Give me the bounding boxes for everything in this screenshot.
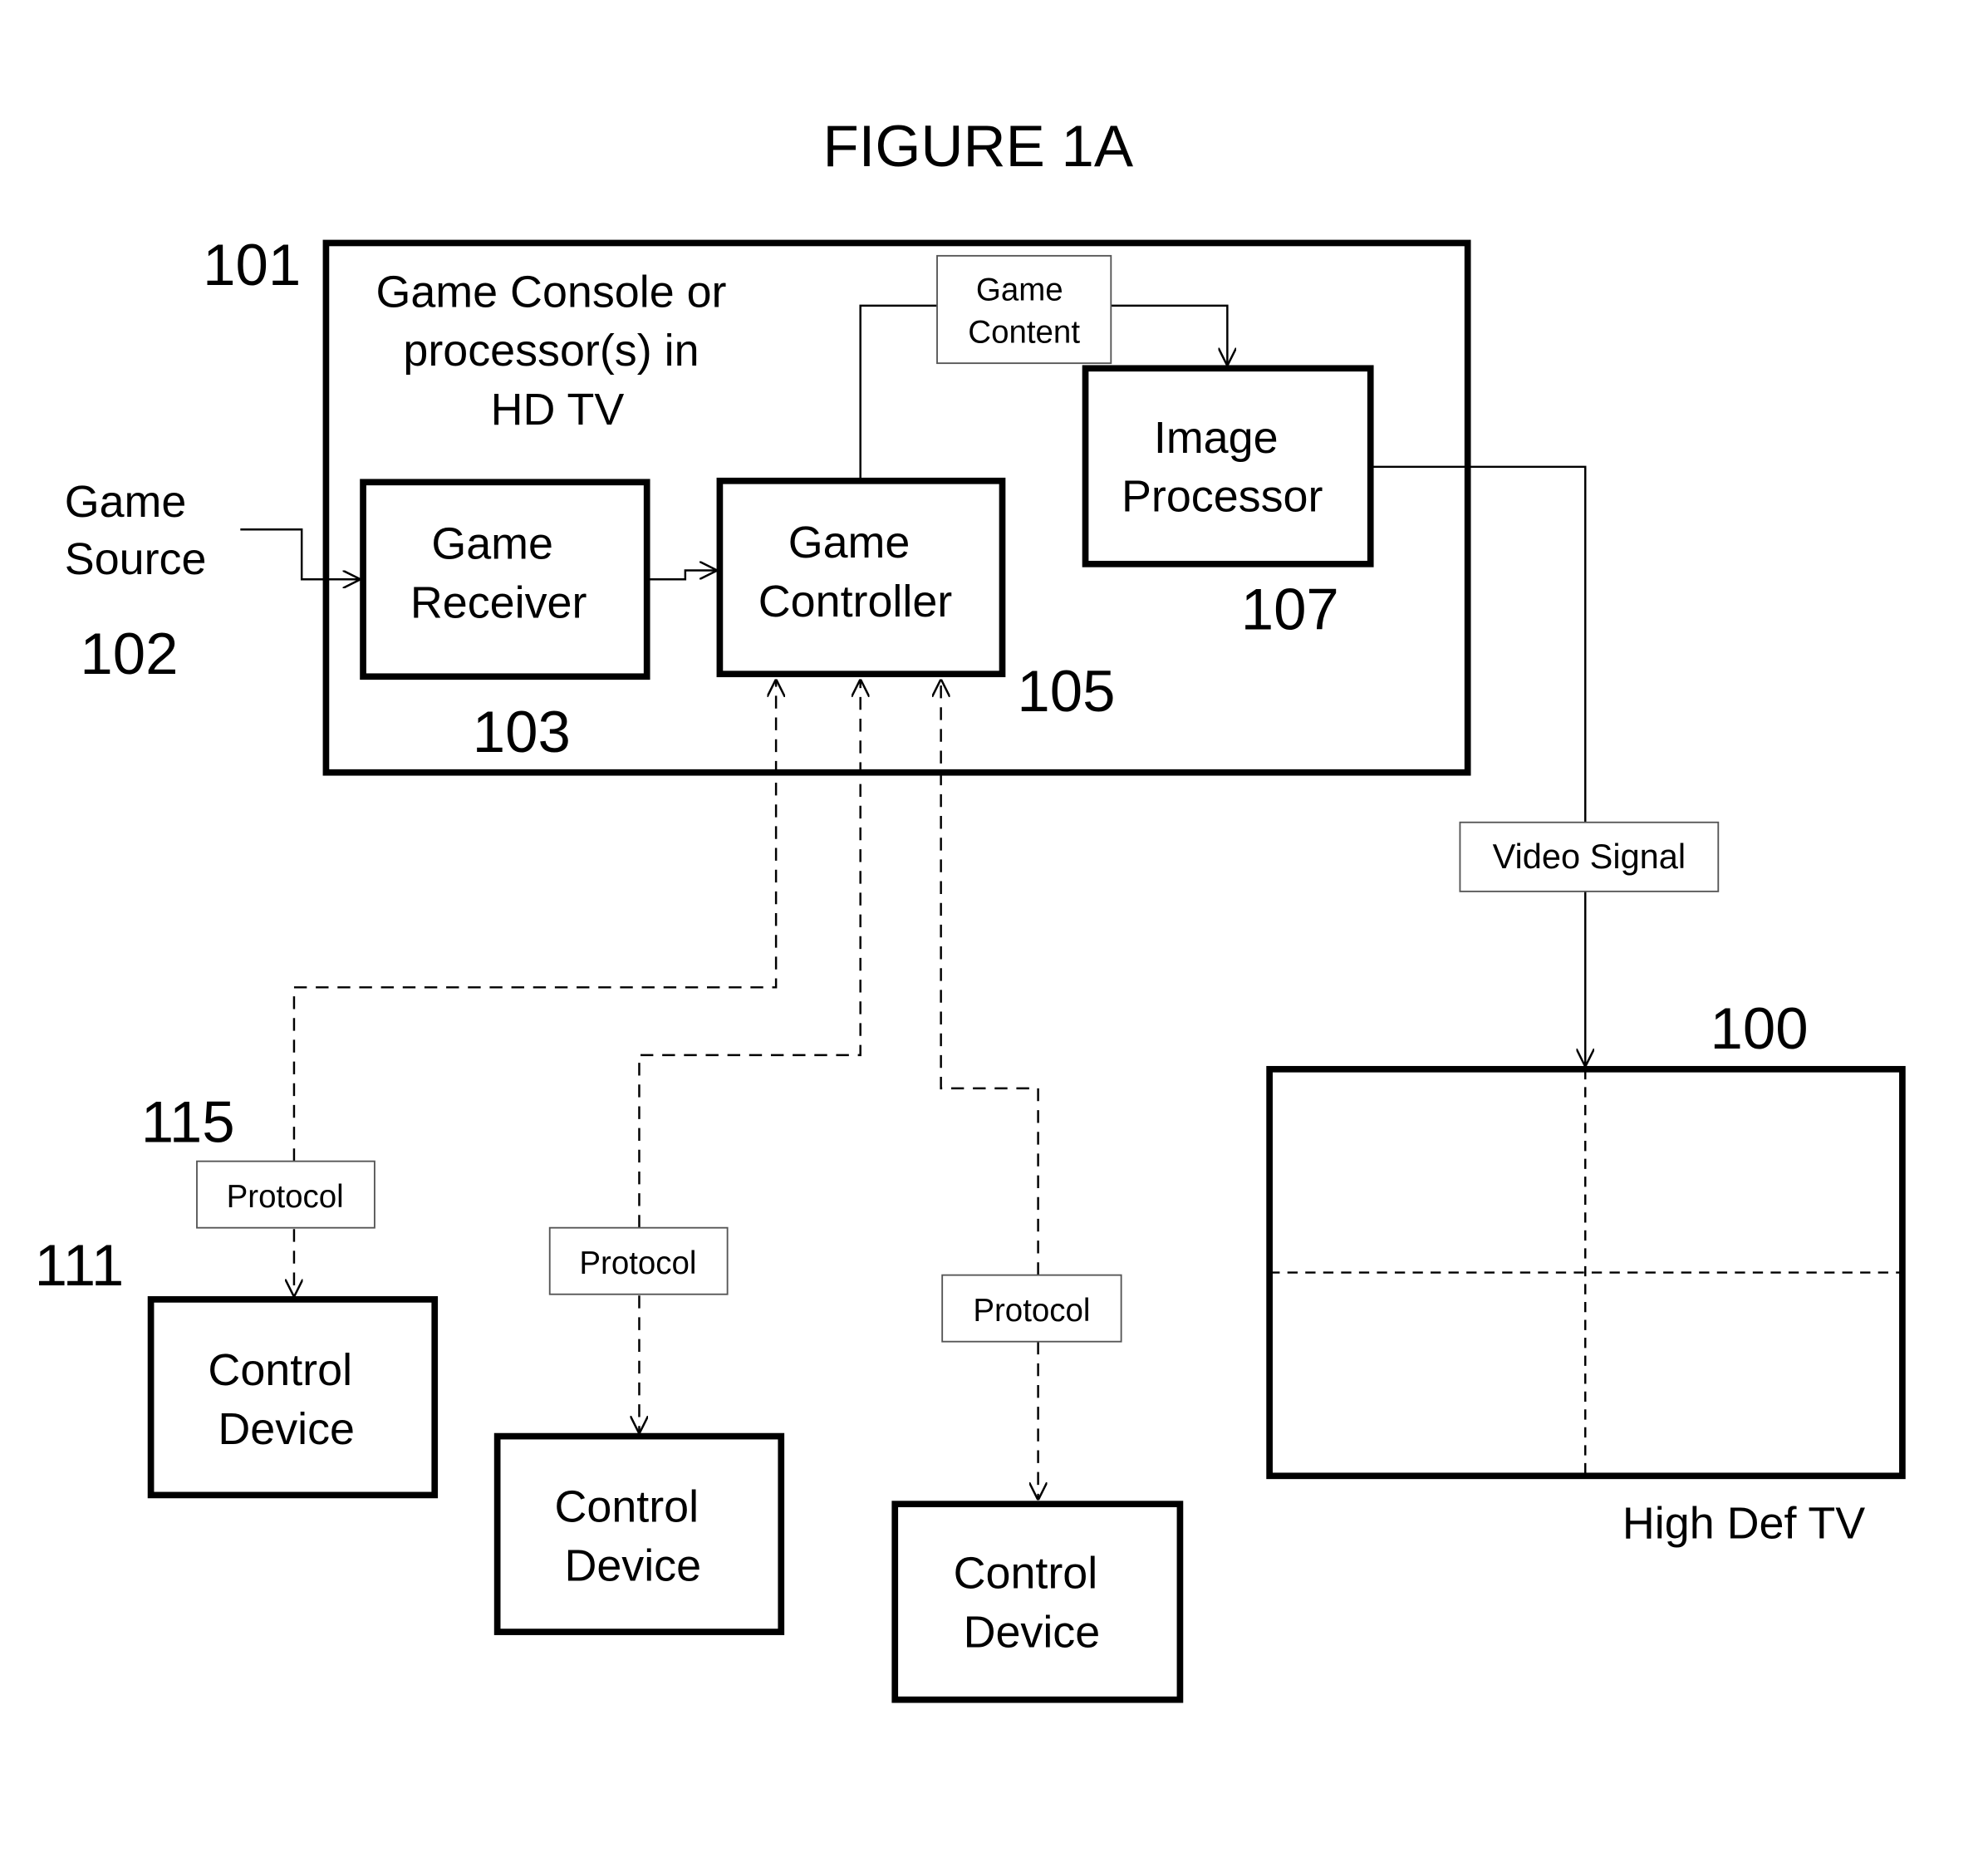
image-processor-label-line: Image — [1154, 413, 1279, 463]
control-device-label-line: Control — [208, 1345, 352, 1395]
game-console-ref: 101 — [203, 233, 301, 298]
control-device-3-box — [891, 1501, 1184, 1703]
control-device-label-line: Device — [218, 1404, 355, 1454]
protocol-label-1: Protocol — [227, 1179, 344, 1215]
control-device-label-line: Device — [964, 1608, 1101, 1658]
control-device-label-line: Device — [564, 1541, 701, 1591]
protocol-label-2: Protocol — [579, 1245, 696, 1281]
game-content-label-line: Content — [968, 315, 1080, 351]
high-def-tv-ref: 100 — [1710, 996, 1808, 1062]
image-processor-ref: 107 — [1241, 577, 1339, 642]
game-controller-ref: 105 — [1017, 659, 1115, 725]
game-receiver-ref: 103 — [473, 700, 571, 765]
game-content-label-line: Game — [976, 273, 1063, 308]
game-controller-label-line: Controller — [758, 577, 953, 626]
game-receiver-label-line: Game — [431, 519, 553, 569]
high-def-tv-label: High Def TV — [1622, 1499, 1865, 1549]
game-source-label-line: Game — [65, 477, 187, 527]
control-device-label-line: Control — [554, 1482, 699, 1532]
figure-canvas: FIGURE 1A 101 Game Console or processor(… — [35, 114, 1906, 1703]
image-processor-box — [1082, 365, 1374, 567]
protocol-ref-115: 115 — [141, 1090, 235, 1156]
game-source-ref: 102 — [80, 621, 178, 687]
game-receiver-label-line: Receiver — [410, 577, 587, 627]
game-source-label: Game Source — [65, 477, 207, 584]
image-processor-label-line: Processor — [1122, 472, 1323, 522]
protocol-label-3: Protocol — [973, 1293, 1090, 1329]
game-source-label-line: Source — [65, 534, 207, 584]
control-device-ref-111: 111 — [35, 1233, 125, 1299]
control-device-1-box — [147, 1296, 439, 1499]
control-device-2-box — [493, 1432, 785, 1635]
figure-title: FIGURE 1A — [822, 114, 1133, 179]
control-device-label-line: Control — [954, 1549, 1098, 1599]
game-console-label-line: HD TV — [491, 385, 625, 435]
game-controller-label-line: Game — [788, 518, 911, 567]
game-console-label-line: processor(s) in — [403, 326, 699, 376]
video-signal-label: Video Signal — [1493, 837, 1686, 876]
game-console-label-line: Game Console or — [376, 267, 726, 317]
